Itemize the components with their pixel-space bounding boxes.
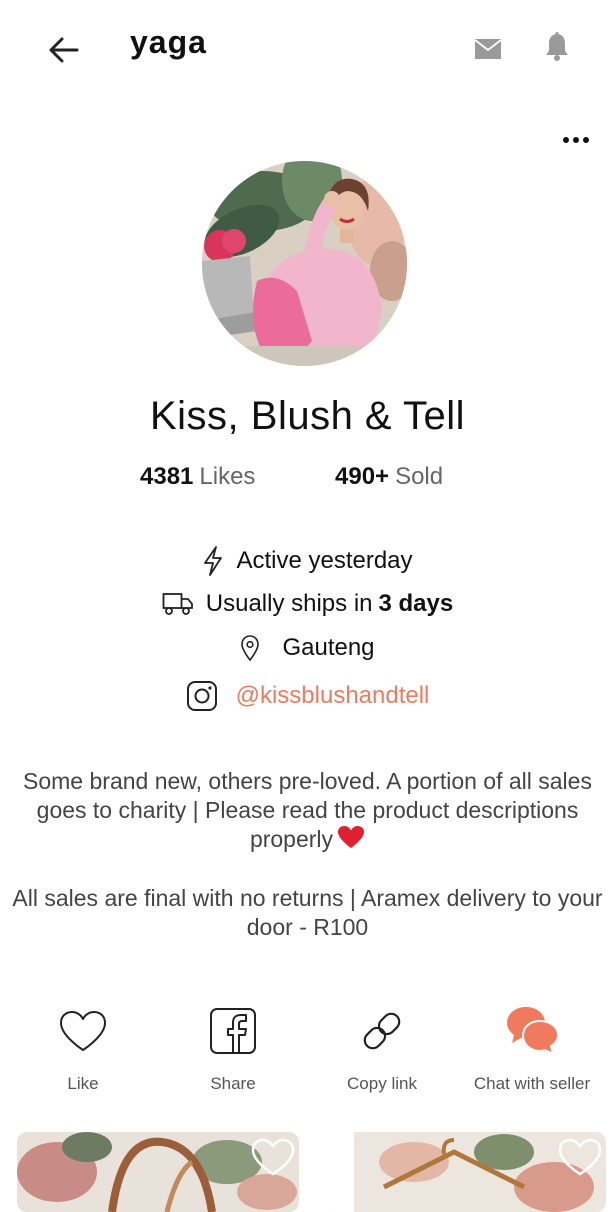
truck-icon [162,592,194,616]
back-button[interactable] [40,28,88,72]
avatar [202,161,407,366]
sold-count: 490+ [335,463,390,490]
red-heart-icon [337,825,365,856]
active-status-row: Active yesterday [0,546,615,576]
app-logo: yaga [130,24,207,60]
share-button[interactable]: Share [158,1000,308,1094]
active-status-text: Active yesterday [236,547,413,574]
lightning-icon [202,546,224,576]
instagram-link[interactable]: @kissblushandtell [236,682,430,710]
sold-label: Sold [395,463,444,490]
share-label: Share [210,1074,256,1093]
likes-count: 4381 [140,463,194,490]
copy-link-button[interactable]: Copy link [307,1000,457,1094]
chat-label: Chat with seller [473,1074,591,1093]
shop-name: Kiss, Blush & Tell [149,394,466,438]
chat-bubbles-icon [507,1007,560,1056]
top-bar: yaga [0,0,615,100]
more-dots-icon [563,137,569,143]
like-button[interactable]: Like [8,1000,158,1094]
more-dot [583,137,589,143]
arrow-left-icon [49,37,79,63]
shipping-row: Usually ships in 3 days [0,590,615,618]
notifications-button[interactable] [544,32,574,66]
instagram-icon [186,680,218,712]
action-bar: Like Share Copy link Chat with seller [0,1000,615,1110]
sold-stat: 490+ Sold [335,463,443,491]
bio-spacer [0,856,615,884]
product-card[interactable] [17,1132,299,1212]
likes-stat: 4381 Likes [140,463,255,491]
shop-bio: Some brand new, others pre-loved. A port… [0,767,615,942]
more-options-button[interactable] [556,125,596,155]
favorite-icon[interactable] [251,1138,295,1176]
more-dot [573,137,579,143]
chat-with-seller-button[interactable]: Chat with seller [457,1000,607,1094]
link-icon [363,1012,401,1050]
location-pin-icon [240,635,260,661]
bio-paragraph-2: All sales are final with no returns | Ar… [12,885,603,941]
profile-stats: 4381 Likes 490+ Sold [0,463,615,499]
likes-label: Likes [199,463,256,490]
instagram-row: @kissblushandtell [0,680,615,712]
bell-icon [546,32,568,61]
favorite-icon[interactable] [558,1138,602,1176]
bio-paragraph-1: Some brand new, others pre-loved. A port… [0,767,615,856]
heart-icon [60,1011,106,1051]
facebook-icon [210,1008,256,1054]
envelope-icon [474,39,502,59]
like-label: Like [67,1074,99,1093]
ships-days: 3 days [378,590,454,617]
bio-text-1: Some brand new, others pre-loved. A port… [23,768,592,852]
location-text: Gauteng [282,634,375,661]
ships-prefix: Usually ships in [205,590,373,617]
product-card[interactable] [324,1132,606,1212]
copy-link-label: Copy link [347,1074,417,1093]
messages-button[interactable] [474,34,508,64]
location-row: Gauteng [0,634,615,662]
